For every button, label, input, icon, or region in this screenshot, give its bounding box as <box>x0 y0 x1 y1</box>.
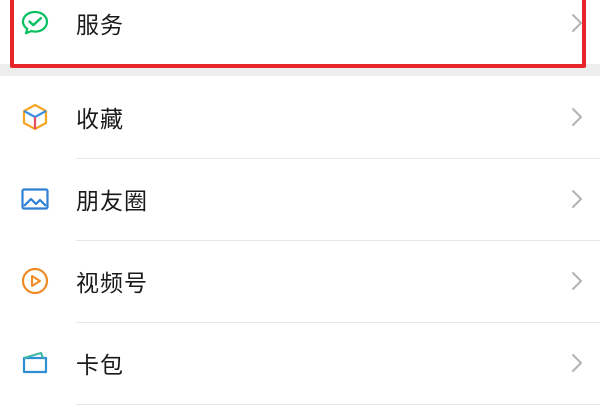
chevron-right-icon <box>570 188 584 210</box>
menu-item-card-wallet[interactable]: 卡包 <box>0 322 600 404</box>
service-group: 服务 <box>0 0 600 68</box>
menu-item-channels[interactable]: 视频号 <box>0 240 600 322</box>
channels-play-icon <box>19 265 51 297</box>
service-check-icon <box>19 7 51 39</box>
me-menu-screen: 服务 收藏 朋友圈 视频号 卡包 <box>0 0 600 420</box>
menu-item-favorites[interactable]: 收藏 <box>0 76 600 158</box>
card-wallet-icon <box>19 347 51 379</box>
chevron-right-icon <box>570 352 584 374</box>
chevron-right-icon <box>570 12 584 34</box>
chevron-right-icon <box>570 106 584 128</box>
menu-item-label: 朋友圈 <box>76 189 148 215</box>
menu-item-label: 服务 <box>76 13 124 39</box>
favorites-cube-icon <box>19 101 51 133</box>
moments-image-icon <box>19 183 51 215</box>
chevron-right-icon <box>570 270 584 292</box>
menu-item-service[interactable]: 服务 <box>0 0 600 64</box>
menu-item-label: 视频号 <box>76 271 148 297</box>
menu-item-moments[interactable]: 朋友圈 <box>0 158 600 240</box>
main-menu-group: 收藏 朋友圈 视频号 卡包 <box>0 76 600 420</box>
divider <box>76 404 600 405</box>
menu-item-label: 卡包 <box>76 353 124 379</box>
menu-item-label: 收藏 <box>76 107 124 133</box>
